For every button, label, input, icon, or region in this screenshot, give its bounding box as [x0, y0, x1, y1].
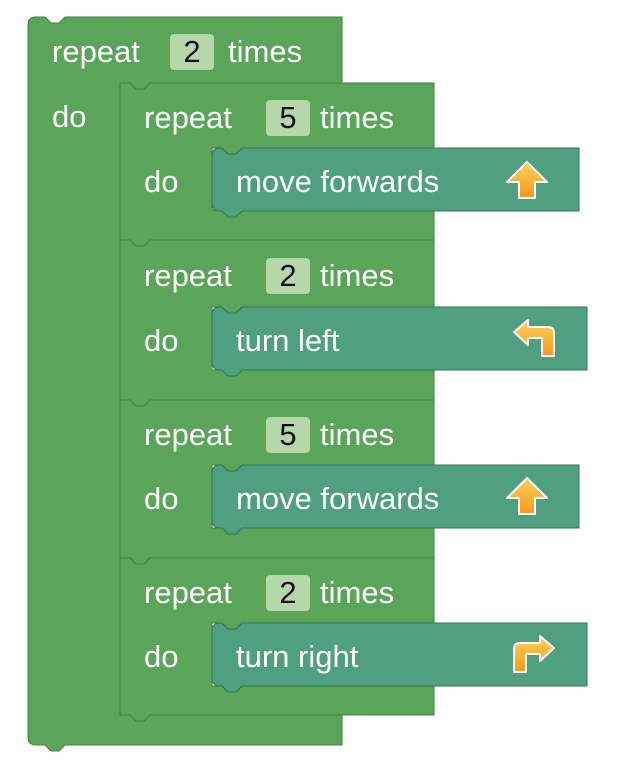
inner-3-repeat-count-field[interactable]: 5	[266, 417, 310, 453]
inner-4-repeat-label: repeat	[144, 575, 232, 610]
inner-2-repeat-count-field[interactable]: 2	[266, 258, 310, 294]
outer-repeat-label: repeat	[52, 34, 140, 69]
inner-4-do-label: do	[144, 639, 179, 674]
outer-repeat-count-field[interactable]: 2	[170, 34, 214, 70]
inner-3-repeat-label: repeat	[144, 417, 232, 452]
turn-right-icon	[513, 635, 555, 673]
inner-1-repeat-count-field[interactable]: 5	[266, 100, 310, 136]
arrow-up-icon	[506, 477, 548, 515]
arrow-up-icon	[506, 161, 548, 199]
action-4-label: turn right	[236, 639, 359, 674]
inner-2-times-label: times	[320, 258, 395, 293]
inner-3-times-label: times	[320, 417, 395, 452]
inner-1-repeat-label: repeat	[144, 100, 232, 135]
outer-do-label: do	[52, 99, 87, 134]
outer-times-label: times	[228, 34, 303, 69]
inner-1-do-label: do	[144, 164, 179, 199]
turn-left-icon	[513, 319, 555, 357]
action-2-label: turn left	[236, 323, 340, 358]
inner-1-times-label: times	[320, 100, 395, 135]
inner-3-do-label: do	[144, 481, 179, 516]
inner-4-times-label: times	[320, 575, 395, 610]
action-1-label: move forwards	[236, 164, 440, 199]
inner-2-repeat-label: repeat	[144, 258, 232, 293]
inner-2-do-label: do	[144, 323, 179, 358]
inner-4-repeat-count-field[interactable]: 2	[266, 575, 310, 611]
action-3-label: move forwards	[236, 481, 440, 516]
